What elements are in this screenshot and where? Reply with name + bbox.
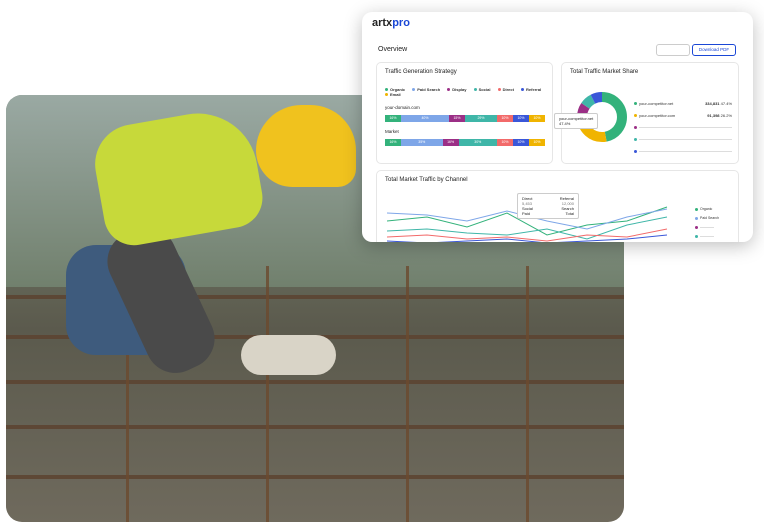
row-label-market: Market <box>385 129 399 134</box>
rebar <box>526 265 529 522</box>
legend-item: Display <box>447 87 467 92</box>
traffic-channel-panel: Total Market Traffic by Channel Direct Re… <box>376 170 739 242</box>
rebar <box>6 380 624 384</box>
market-share-list: your-competitor.net 334,831 47.4% your-co… <box>634 97 732 157</box>
bar-domain: 16% 40% 15% 29% 10% 10% 10% <box>385 115 545 122</box>
panel-title: Total Market Traffic by Channel <box>385 177 468 183</box>
worker-helmet <box>256 105 356 187</box>
list-item <box>634 133 732 145</box>
legend-item: Paid Search <box>412 87 440 92</box>
page-title: Overview <box>378 46 408 53</box>
list-item <box>634 145 732 157</box>
legend-item: Email <box>385 92 401 97</box>
list-item: your-competitor.com 91,398 26.2% <box>634 109 732 121</box>
legend-item: Social <box>473 87 490 92</box>
list-item: your-competitor.net 334,831 47.4% <box>634 97 732 109</box>
row-label-domain: your-domain.com <box>385 105 420 110</box>
download-pdf-button[interactable]: Download PDF <box>692 44 736 56</box>
bar-market: 16% 35% 16% 30% 10% 10% 10% <box>385 139 545 146</box>
worker-glove <box>241 335 336 375</box>
chart-tooltip: Direct Referral 5,453 12,000 Social Search … <box>517 193 579 219</box>
list-item <box>634 121 732 133</box>
market-share-panel: Total Traffic Market Share your-competit… <box>554 62 739 164</box>
legend-item: Referral <box>521 87 541 92</box>
panel-title: Traffic Generation Strategy <box>385 69 457 75</box>
rebar <box>6 425 624 429</box>
rebar <box>406 265 409 522</box>
legend: Organic Paid Search Display Social Direc… <box>385 87 552 97</box>
logo: artxpro <box>372 17 410 29</box>
date-picker[interactable] <box>656 44 690 56</box>
dashboard-card: artxpro Overview Download PDF Traffic Ge… <box>362 12 753 242</box>
traffic-strategy-panel: Traffic Generation Strategy Organic Paid… <box>376 62 553 164</box>
donut-tooltip: your-competitor.net 47.4% <box>554 113 599 129</box>
panel-title: Total Traffic Market Share <box>570 69 639 75</box>
legend-item: Direct <box>497 87 514 92</box>
channel-legend: Organic Paid Search <box>695 207 719 242</box>
rebar <box>266 265 269 522</box>
rebar <box>6 475 624 479</box>
